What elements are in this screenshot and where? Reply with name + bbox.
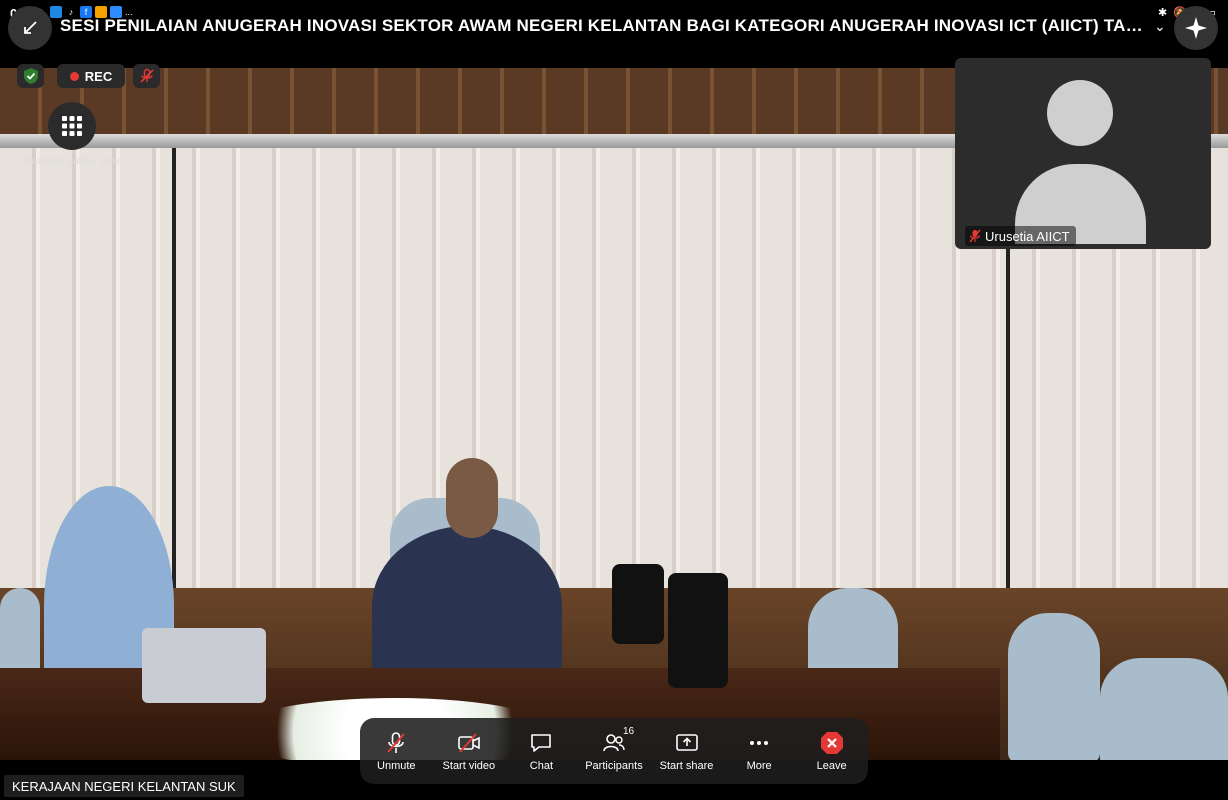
encryption-indicator[interactable]	[17, 64, 44, 88]
participant-man-head	[446, 458, 498, 538]
participant-name: Urusetia AIICT	[985, 228, 1070, 244]
participant-man	[372, 526, 562, 686]
mic-off-icon	[969, 229, 981, 243]
unmute-button[interactable]: Unmute	[361, 730, 431, 772]
participant-name-tag: Urusetia AIICT	[965, 226, 1076, 246]
chat-bubble-icon	[531, 734, 552, 752]
tablet-device	[142, 628, 266, 703]
grid-icon	[62, 116, 82, 136]
chair	[1100, 658, 1228, 760]
ai-companion-button[interactable]	[1174, 6, 1218, 50]
more-dots-icon	[750, 741, 769, 745]
chevron-down-icon[interactable]: ⌄	[1154, 18, 1166, 35]
avatar	[1047, 80, 1113, 146]
active-speaker-name: KERAJAAN NEGERI KELANTAN SUK	[4, 775, 244, 797]
video-off-icon	[458, 733, 480, 753]
meeting-toolbar: Unmute Start video Chat 16 Participants …	[360, 718, 868, 784]
gallery-view-label: Switch to gallery view	[24, 156, 120, 167]
gallery-view-button[interactable]	[48, 102, 96, 150]
mic-off-icon	[387, 732, 406, 753]
mic-muted-indicator	[133, 64, 160, 88]
start-share-button[interactable]: Start share	[652, 730, 722, 772]
share-screen-icon	[675, 734, 698, 751]
flask	[612, 564, 664, 644]
sparkle-icon	[1185, 17, 1207, 39]
record-dot-icon	[69, 71, 79, 81]
start-video-button[interactable]: Start video	[434, 730, 504, 772]
more-button[interactable]: More	[724, 730, 794, 772]
meeting-title: SESI PENILAIAN ANUGERAH INOVASI SEKTOR A…	[60, 16, 1150, 35]
flask	[668, 573, 728, 688]
collapse-arrow-icon	[24, 21, 37, 34]
participants-button[interactable]: 16 Participants	[579, 726, 649, 772]
shield-check-icon	[23, 68, 38, 84]
chat-button[interactable]: Chat	[506, 730, 576, 772]
rec-label: REC	[84, 68, 113, 84]
minimize-button[interactable]	[8, 6, 52, 50]
leave-x-icon	[820, 732, 843, 754]
leave-button[interactable]: Leave	[797, 730, 867, 772]
mic-off-icon	[139, 68, 154, 83]
recording-indicator[interactable]: REC	[57, 64, 125, 88]
chair	[1008, 613, 1100, 760]
participants-count: 16	[622, 726, 635, 737]
participant-thumbnail[interactable]: Urusetia AIICT	[955, 58, 1211, 249]
